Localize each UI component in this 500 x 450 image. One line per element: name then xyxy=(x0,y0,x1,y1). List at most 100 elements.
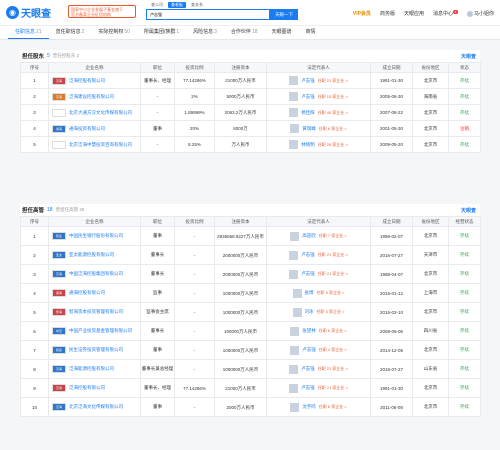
legal-rep-link[interactable]: 黄瑞峰 xyxy=(302,126,316,132)
tab-partners[interactable]: 合作伙伴18 xyxy=(224,26,265,39)
job-count-link[interactable]: 任职 6 家企业 > xyxy=(319,328,347,334)
tab-risk[interactable]: 风险信息3 xyxy=(186,26,224,39)
column-header: 状态 xyxy=(448,62,481,73)
capital-cell: 2000000万人民币 xyxy=(214,264,267,284)
company-name-link[interactable]: 亚太能源控股有限公司 xyxy=(69,252,114,258)
search-input[interactable] xyxy=(147,10,245,19)
tab-jobs[interactable]: 任职信息21 xyxy=(8,26,49,39)
legal-rep-link[interactable]: 沈宇鸣 xyxy=(302,404,316,410)
legal-rep-link[interactable]: 张博 xyxy=(305,290,314,296)
job-count-link[interactable]: 任职 25 家企业 > xyxy=(318,142,348,148)
status-badge: 存续 xyxy=(448,136,481,153)
company-name-link[interactable]: 北京泛海文化传媒有限公司 xyxy=(69,404,123,410)
table-row[interactable]: 5 智海 智海资本投资管理有限公司 监事会主席 -1000000万人民币 刘冰 任职 3 家… xyxy=(20,302,481,322)
capital-cell: 1000000万人民币 xyxy=(214,283,267,303)
table-row[interactable]: 3 北京大通方汉文化传媒有限公司 -1.89999% 2063.2万人民币 杨佳辉 任职 … xyxy=(20,104,481,121)
table-row[interactable]: 4 通海 通海投资有限公司 董事 20% 6000万 黄瑞峰 任职 6 家企业 >2001-0… xyxy=(20,120,481,137)
legal-rep-link[interactable]: 卢志强 xyxy=(301,366,315,372)
company-name-link[interactable]: 中国民生银行股份有限公司 xyxy=(69,233,123,239)
job-count-link[interactable]: 任职 7 家企业 > xyxy=(319,233,347,239)
legal-rep-link[interactable]: 高迎欣 xyxy=(302,233,316,239)
search-button[interactable]: 天眼一下 xyxy=(270,9,298,20)
job-count-link[interactable]: 任职 6 家企业 > xyxy=(319,404,347,410)
company-cell: 北京泛海中慧投资咨询有限公司 xyxy=(48,136,141,153)
legal-rep-link[interactable]: 卢志强 xyxy=(301,94,315,100)
job-count-link[interactable]: 任职 21 家企业 > xyxy=(318,78,348,84)
company-name-link[interactable]: 智海资本投资管理有限公司 xyxy=(69,309,123,315)
table-row[interactable]: 9 泛海 泛海控股有限公司 董事长、经理 77.14286% 21000万人民币 卢志强 任职… xyxy=(20,378,481,398)
job-count-link[interactable]: 任职 6 家企业 > xyxy=(319,126,347,132)
table-row[interactable]: 2 亚太 亚太能源控股有限公司 董事长 -2000000万人民币 卢志强 任职 21 家企业… xyxy=(20,245,481,265)
tab-count: 18 xyxy=(251,29,258,35)
tab-graph[interactable]: 天眼图谱 xyxy=(265,26,299,39)
site-logo[interactable]: ◉ 天眼查 xyxy=(6,5,51,20)
company-name-link[interactable]: 通海投资有限公司 xyxy=(69,126,105,132)
company-name-link[interactable]: 泛海能源控股有限公司 xyxy=(69,366,114,372)
table-row[interactable]: 8 泛海 泛海能源控股有限公司 董事长兼总经理 -1000000万人民币 卢志强 任职 21… xyxy=(20,359,481,379)
job-count-link[interactable]: 任职 40 家企业 > xyxy=(318,110,348,116)
legal-rep-link[interactable]: 卢志强 xyxy=(301,252,315,258)
company-wrap: 泛海 北京泛海文化传媒有限公司 xyxy=(50,403,140,411)
legal-rep-link[interactable]: 张望林 xyxy=(302,328,316,334)
company-name-link[interactable]: 北京泛海中慧投资咨询有限公司 xyxy=(69,142,132,148)
nav-vip[interactable]: VIP会员 xyxy=(353,10,371,17)
table-row[interactable]: 1 民生 中国民生银行股份有限公司 董事 -2836558.5227万人民币 高迎欣 任职 … xyxy=(20,226,481,246)
history-link[interactable]: 曾任控股东 2 xyxy=(53,53,79,59)
job-count-link[interactable]: 任职 21 家企业 > xyxy=(318,271,348,277)
company-name-link[interactable]: 北京大通方汉文化传媒有限公司 xyxy=(69,110,132,116)
company-name-link[interactable]: 中国泛海控股集团有限公司 xyxy=(69,271,123,277)
search-tab-boss[interactable]: 查老板 xyxy=(168,2,186,8)
company-logo-icon: 智海 xyxy=(52,308,66,316)
company-name-link[interactable]: 泛海建设控股有限公司 xyxy=(69,94,114,100)
top-header: ◉ 天眼查 国家中小企业发展子基金旗下 官方备案企业征信机构 查公司 查老板 查… xyxy=(0,0,500,26)
history-link[interactable]: 曾担任高管 25 xyxy=(56,207,85,213)
status-badge: 存续 xyxy=(448,104,481,121)
table-header-row: 序号 企业名称 职位 投资比例 注册资本 法定代表人 成立日期 省份地区 经营状态 xyxy=(20,216,481,227)
table-row[interactable]: 10 泛海 北京泛海文化传媒有限公司 董事 -2000万人民币 沈宇鸣 任职 6 家企业 >… xyxy=(20,397,481,417)
company-name-link[interactable]: 泛海控股有限公司 xyxy=(69,78,105,84)
job-count-link[interactable]: 任职 3 家企业 > xyxy=(317,309,345,315)
position-cell: - xyxy=(140,136,175,153)
search-tab-company[interactable]: 查公司 xyxy=(148,2,166,8)
region-cell: 北京市 xyxy=(412,340,449,360)
company-name-link[interactable]: 通海控股有限公司 xyxy=(69,290,105,296)
company-name-link[interactable]: 泛海控股有限公司 xyxy=(69,385,105,391)
nav-user[interactable]: 马小姐你 xyxy=(466,10,494,17)
table-row[interactable]: 7 民投 民生证券投资管理有限公司 董事 -1000000万人民币 卢志强 任职 4 家企业… xyxy=(20,340,481,360)
founded-date-cell: 2016-03-10 xyxy=(370,302,413,322)
ratio-cell: - xyxy=(174,302,215,322)
job-count-link[interactable]: 任职 4 家企业 > xyxy=(319,347,347,353)
column-header: 注册资本 xyxy=(214,62,267,73)
job-count-link[interactable]: 任职 15 家企业 > xyxy=(318,94,348,100)
table-row[interactable]: 4 通海 通海控股有限公司 监事 -1000000万人民币 张博 任职 5 家企业 >201… xyxy=(20,283,481,303)
search-tab-relation[interactable]: 查关系 xyxy=(188,2,206,8)
position-cell: 董事 xyxy=(140,397,175,417)
legal-rep-link[interactable]: 卢志强 xyxy=(301,271,315,277)
company-name-link[interactable]: 中国产业投资基金管理有限公司 xyxy=(69,328,132,334)
table-row[interactable]: 6 中泛 中国产业投资基金管理有限公司 董事长 -100000万人民币 张望林 任职 6 家… xyxy=(20,321,481,341)
legal-rep-link[interactable]: 杨佳辉 xyxy=(301,110,315,116)
legal-rep-link[interactable]: 刘冰 xyxy=(305,309,314,315)
job-count-link[interactable]: 任职 21 家企业 > xyxy=(318,252,348,258)
legal-rep-link[interactable]: 卢志强 xyxy=(301,385,315,391)
status-badge: 存续 xyxy=(448,340,481,360)
table-row[interactable]: 2 泛海 泛海建设控股有限公司 -2% 5000万人民币 卢志强 任职 15 家企业 >20… xyxy=(20,88,481,105)
legal-rep-link[interactable]: 卢志强 xyxy=(302,347,316,353)
job-count-link[interactable]: 任职 5 家企业 > xyxy=(317,290,345,296)
table-row[interactable]: 3 泛海 中国泛海控股集团有限公司 董事长 -2000000万人民币 卢志强 任职 21 家… xyxy=(20,264,481,284)
tab-group[interactable]: 所属集团/族群1 xyxy=(137,26,186,39)
legal-rep-link[interactable]: 卢志强 xyxy=(301,78,315,84)
nav-notify[interactable]: 消息中心 8 xyxy=(433,10,458,17)
legal-rep-link[interactable]: 林晓明 xyxy=(301,142,315,148)
nav-app[interactable]: 天眼应用 xyxy=(404,10,424,17)
table-row[interactable]: 1 泛海 泛海控股有限公司 董事长、经理 77.14286% 21000万人民币 卢志强 任职… xyxy=(20,72,481,89)
company-name-link[interactable]: 民生证券投资管理有限公司 xyxy=(69,347,123,353)
region-cell: 上海市 xyxy=(412,283,449,303)
tab-control[interactable]: 实际控制权50 xyxy=(91,26,137,39)
job-count-link[interactable]: 任职 21 家企业 > xyxy=(318,366,348,372)
nav-product[interactable]: 商务版 xyxy=(380,10,395,17)
tab-news[interactable]: 商情 xyxy=(299,26,323,39)
table-row[interactable]: 5 北京泛海中慧投资咨询有限公司 -8.25% 万人民币 林晓明 任职 25 家企业 >2… xyxy=(20,136,481,153)
tab-past-jobs[interactable]: 曾任职信息2 xyxy=(49,26,92,39)
job-count-link[interactable]: 任职 21 家企业 > xyxy=(318,385,348,391)
